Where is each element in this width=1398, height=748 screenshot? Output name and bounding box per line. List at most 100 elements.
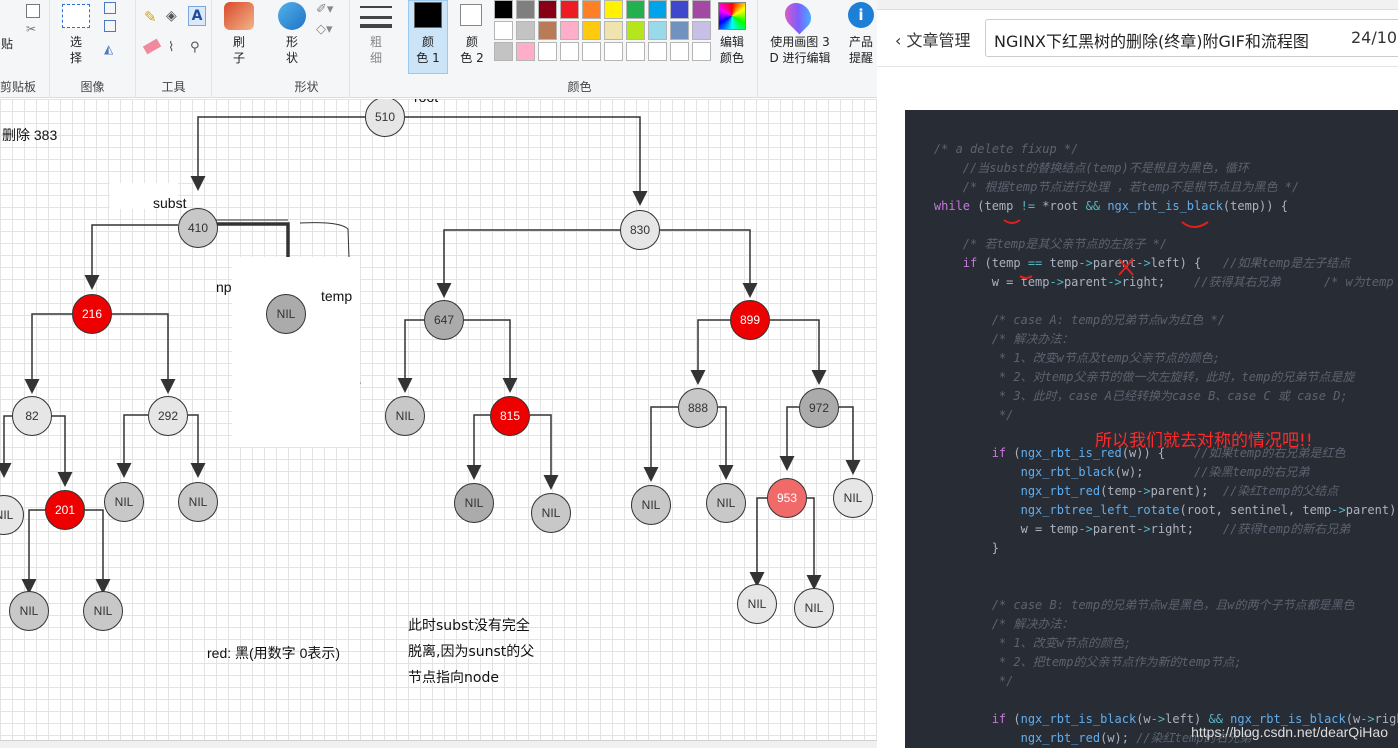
palette-swatch[interactable] [670,0,689,19]
palette-swatch[interactable] [582,42,601,61]
palette-swatch[interactable] [516,21,535,40]
paste-button[interactable]: 贴 [0,36,14,52]
palette-swatch[interactable] [648,42,667,61]
palette-swatch[interactable] [538,42,557,61]
clipboard-group: ✂ 贴 剪贴板 [0,0,50,98]
line-size-mid [360,16,392,19]
palette-swatch[interactable] [604,0,623,19]
crop-icon[interactable] [104,2,116,14]
paint3d-icon[interactable] [779,0,817,35]
code-block: /* a delete fixup */ //当subst的替换结点(temp)… [905,110,1398,748]
info-icon[interactable]: i [848,2,874,28]
color1-swatch [414,2,442,28]
edit-colors-group: 编辑 颜色 [702,0,758,98]
product-alert-button[interactable]: 产品 提醒 [846,34,876,66]
brush-button[interactable]: 刷 子 [224,34,254,66]
pencil-icon[interactable]: ✎ [144,8,157,26]
red-legend: red: 黑(用数字 0表示) [207,645,341,661]
tree-node-888: 888 [678,388,718,428]
note-line-2: 脱离,因为sunst的父 [408,644,535,660]
tree-node-nil-953-right: NIL [794,588,834,628]
palette-swatch[interactable] [494,42,513,61]
eraser-icon[interactable] [142,38,162,55]
palette-swatch[interactable] [648,21,667,40]
drawing-canvas[interactable]: root 删除 383 subst np temp red: 黑(用数字 0表示… [0,99,877,740]
title-char-counter: 24/10 [1351,28,1398,47]
note-line-1: 此时subst没有完全 [408,618,530,634]
palette-swatch[interactable] [626,21,645,40]
color2-swatch[interactable] [460,4,482,26]
tree-node-nil-815-right: NIL [531,493,571,533]
select-button[interactable]: 选 择 [62,34,90,66]
tree-node-nil-972-right: NIL [833,478,873,518]
shapes-button[interactable]: 形 状 [278,34,306,66]
chevron-left-icon: ‹ [895,31,907,50]
magnifier-icon[interactable]: ⚲ [190,40,200,55]
palette-swatch[interactable] [582,0,601,19]
cut-icon[interactable]: ✂ [26,22,40,36]
status-bar [0,740,877,748]
color2-label[interactable]: 颜 色 2 [452,34,492,66]
palette-swatch[interactable] [604,42,623,61]
clipboard-group-label: 剪贴板 [0,80,37,94]
tree-node-nil-815-left: NIL [454,483,494,523]
palette-swatch[interactable] [560,42,579,61]
np-label: np [216,279,232,295]
palette-swatch[interactable] [538,0,557,19]
palette-swatch[interactable] [626,0,645,19]
tree-node-nil-temp: NIL [266,294,306,334]
tree-node-815: 815 [490,396,530,436]
image-group-label: 图像 [80,80,105,94]
tree-node-nil-888-left: NIL [631,485,671,525]
resize-icon[interactable] [104,20,116,32]
tree-node-972: 972 [799,388,839,428]
text-icon[interactable]: A [188,6,206,26]
brush-group: 刷 子 [212,0,264,98]
shapes-icon[interactable] [278,2,306,30]
palette-swatch[interactable] [494,21,513,40]
palette-swatch[interactable] [538,21,557,40]
article-title-input[interactable]: NGINX下红黑树的删除(终章)附GIF和流程图 [985,19,1398,57]
tree-node-nil-292-right: NIL [178,482,218,522]
copy-icon[interactable] [26,4,40,18]
watermark: https://blog.csdn.net/dearQiHao [1191,724,1388,740]
brush-icon[interactable] [224,2,254,30]
palette-swatch[interactable] [670,42,689,61]
outline-icon[interactable]: ✐▾ [316,2,333,17]
color-palette [494,0,714,64]
edit-colors-button[interactable]: 编辑 颜色 [710,34,754,66]
shapes-group-label: 形状 [294,80,319,94]
paint3d-button[interactable]: 使用画图 3 D 进行编辑 [760,34,840,66]
palette-swatch[interactable] [582,21,601,40]
palette-swatch[interactable] [494,0,513,19]
image-group: 选 择 ◭ 图像 [50,0,136,98]
palette-swatch[interactable] [560,0,579,19]
rotate-icon[interactable]: ◭ [104,42,118,56]
note-line-3: 节点指向node [408,670,499,686]
article-header: ‹ 文章管理 NGINX下红黑树的删除(终章)附GIF和流程图 24/10 [877,11,1398,67]
tree-node-82: 82 [12,396,52,436]
tree-node-nil-953-left: NIL [737,584,777,624]
size-button[interactable]: 粗 细 [360,34,392,66]
palette-swatch[interactable] [648,0,667,19]
edit-colors-icon[interactable] [718,2,746,30]
tree-node-899: 899 [730,300,770,340]
fill-icon[interactable]: ◈ [166,8,177,24]
browser-strip [877,0,1398,10]
palette-swatch[interactable] [516,42,535,61]
paint-ribbon: ✂ 贴 剪贴板 选 择 ◭ 图像 ✎ ◈ A ⌇ ⚲ 工具 刷 子 形 状 ✐▾… [0,0,877,98]
back-label: 文章管理 [906,31,971,50]
select-rectangle-icon[interactable] [62,4,90,28]
palette-swatch[interactable] [626,42,645,61]
back-to-article-management[interactable]: ‹ 文章管理 [895,27,971,51]
palette-swatch[interactable] [670,21,689,40]
size-group: 粗 细 [350,0,402,98]
palette-swatch[interactable] [516,0,535,19]
annotation-overlay-text: 所以我们就去对称的情况吧!! [1095,431,1313,451]
color-picker-icon[interactable]: ⌇ [168,40,174,55]
palette-swatch[interactable] [604,21,623,40]
temp-label: temp [321,288,353,304]
palette-swatch[interactable] [560,21,579,40]
shapes-group: 形 状 ✐▾ ◇▾ 形状 [264,0,350,98]
fill-shape-icon[interactable]: ◇▾ [316,22,333,37]
